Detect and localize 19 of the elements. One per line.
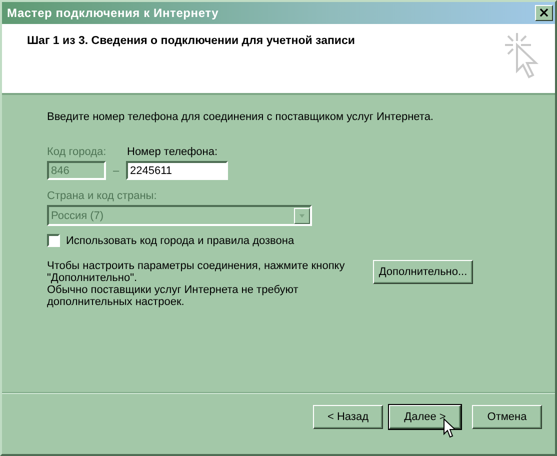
advanced-button[interactable]: Дополнительно... bbox=[373, 260, 473, 284]
window-title: Мастер подключения к Интернету bbox=[7, 6, 219, 20]
wizard-button[interactable]: Отмена bbox=[472, 405, 542, 429]
mouse-pointer-icon bbox=[443, 418, 457, 439]
close-button[interactable]: × bbox=[535, 5, 553, 21]
cursor-sparkle-icon bbox=[505, 33, 539, 79]
step-title: Шаг 1 из 3. Сведения о подключении для учетной записи bbox=[27, 35, 355, 47]
note-text: Обычно поставщики услуг Интернета не требуют дополнительных настроек. bbox=[47, 284, 300, 308]
country-label: Страна и код страны: bbox=[47, 190, 158, 202]
wizard-button[interactable]: Далее > bbox=[389, 405, 461, 429]
wizard-button[interactable]: < Назад bbox=[313, 405, 383, 429]
phone-field[interactable]: 2245611 bbox=[126, 161, 228, 180]
note-text: Чтобы настроить параметры соединения, нажмите кнопку "Дополнительно". bbox=[47, 260, 346, 284]
dash-separator: – bbox=[112, 164, 120, 176]
phone-label: Номер телефона: bbox=[127, 146, 218, 158]
instruction-text: Введите номер телефона для соединения с поставщиком услуг Интернета. bbox=[47, 111, 434, 123]
checkbox[interactable] bbox=[47, 234, 60, 247]
area-code-label: Код города: bbox=[47, 146, 108, 158]
checkbox-label: Использовать код города и правила дозвона bbox=[66, 234, 294, 246]
